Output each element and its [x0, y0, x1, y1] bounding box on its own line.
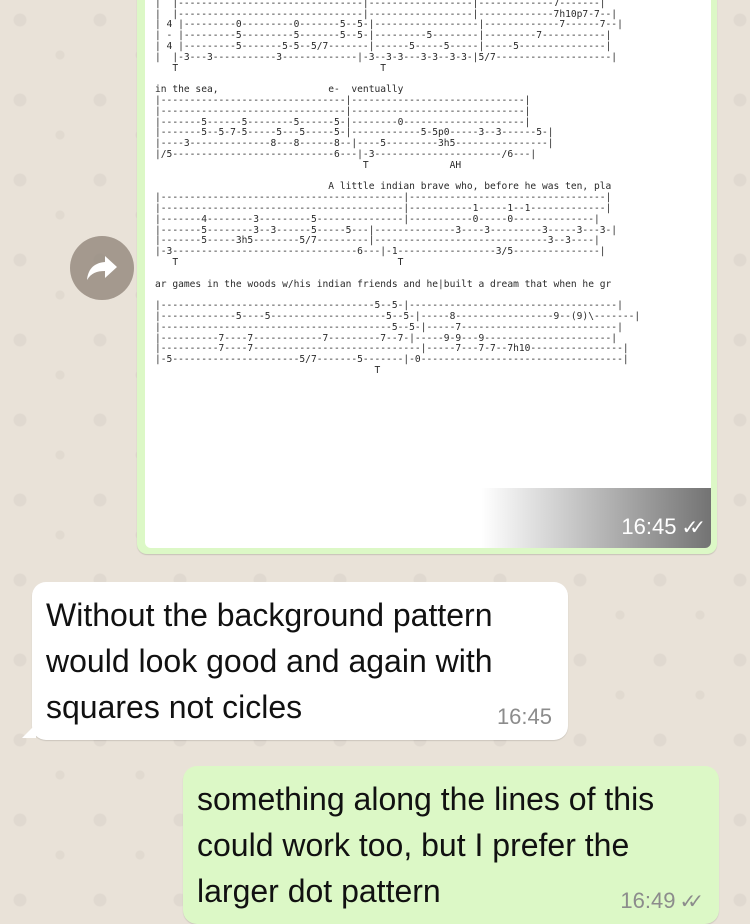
outgoing-image-message[interactable]: garden green. And so castles made of san…: [137, 0, 717, 554]
incoming-message-time: 16:45: [496, 704, 552, 729]
image-message-time: 16:45: [621, 514, 677, 539]
outgoing-message-bubble[interactable]: something along the lines of this could …: [183, 766, 719, 924]
incoming-message-bubble[interactable]: Without the background pattern would loo…: [22, 582, 568, 740]
incoming-message-meta: 16:45: [497, 704, 552, 730]
tablature-text: garden green. And so castles made of san…: [155, 0, 641, 376]
forward-icon: [87, 256, 117, 280]
incoming-message-text: Without the background pattern would loo…: [46, 597, 493, 725]
forward-button[interactable]: [70, 236, 134, 300]
outgoing-message-meta: 16:49 ✓✓: [620, 888, 703, 914]
image-message-meta: 16:45 ✓✓: [621, 514, 705, 540]
read-receipt-icon: ✓✓: [679, 890, 703, 913]
tablature-image[interactable]: garden green. And so castles made of san…: [145, 0, 711, 548]
outgoing-message-time: 16:49: [620, 888, 676, 913]
read-receipt-icon: ✓✓: [681, 516, 705, 539]
